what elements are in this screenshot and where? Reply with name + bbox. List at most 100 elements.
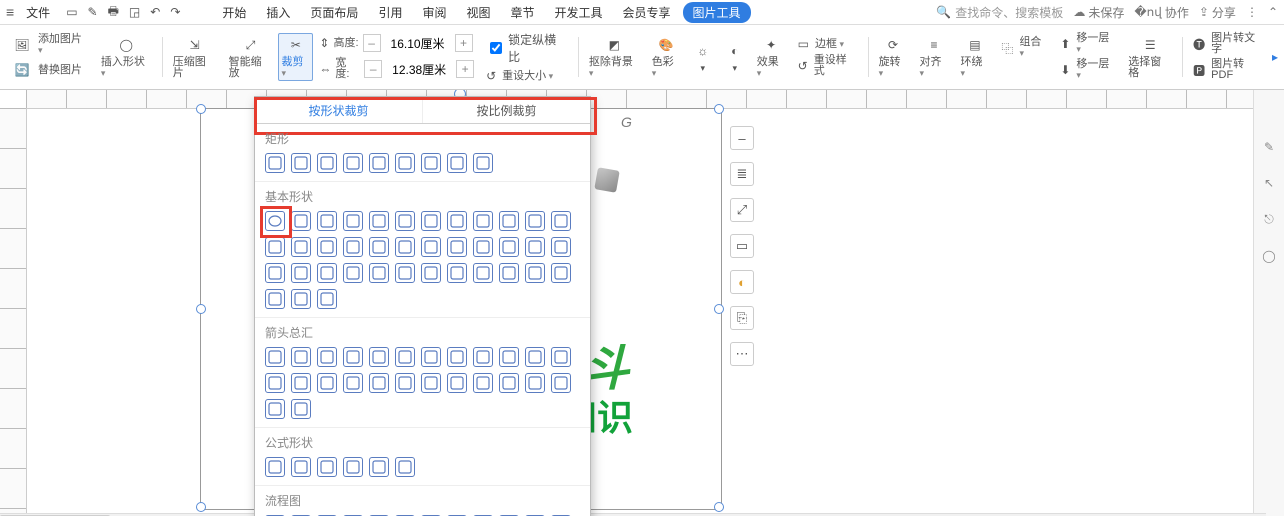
- brightness-button[interactable]: ☼▾: [687, 41, 719, 74]
- basic-shape-23[interactable]: [551, 237, 571, 257]
- basic-shape-18[interactable]: [421, 237, 441, 257]
- arrow-shape-9[interactable]: [499, 347, 519, 367]
- formula-shape-2[interactable]: [317, 457, 337, 477]
- arrow-shape-14[interactable]: [317, 373, 337, 393]
- basic-shape-35[interactable]: [551, 263, 571, 283]
- basic-shape-1[interactable]: [291, 211, 311, 231]
- float-idea-button[interactable]: ◐: [730, 270, 754, 294]
- rect-shape-3[interactable]: [343, 153, 363, 173]
- basic-shape-21[interactable]: [499, 237, 519, 257]
- basic-shape-3[interactable]: [343, 211, 363, 231]
- float-more-button[interactable]: ⋯: [730, 342, 754, 366]
- lock-ratio-checkbox[interactable]: 锁定纵横比: [486, 31, 568, 65]
- basic-shape-34[interactable]: [525, 263, 545, 283]
- basic-shape-19[interactable]: [447, 237, 467, 257]
- basic-shape-22[interactable]: [525, 237, 545, 257]
- float-layout-button[interactable]: ≣: [730, 162, 754, 186]
- arrow-shape-19[interactable]: [447, 373, 467, 393]
- rect-shape-7[interactable]: [447, 153, 467, 173]
- side-format-icon[interactable]: ✎: [1264, 140, 1274, 154]
- arrow-shape-11[interactable]: [551, 347, 571, 367]
- float-zoom-button[interactable]: ⤢: [730, 198, 754, 222]
- compress-button[interactable]: ⇲压缩图片: [167, 35, 223, 79]
- width-minus[interactable]: –: [364, 60, 382, 78]
- basic-shape-37[interactable]: [291, 289, 311, 309]
- arrow-shape-23[interactable]: [551, 373, 571, 393]
- formula-shape-4[interactable]: [369, 457, 389, 477]
- basic-shape-0[interactable]: [265, 211, 285, 231]
- wrap-button[interactable]: ▤环绕: [954, 35, 995, 79]
- basic-shape-31[interactable]: [447, 263, 467, 283]
- contrast-button[interactable]: ◐▾: [719, 41, 751, 74]
- arrow-shape-21[interactable]: [499, 373, 519, 393]
- basic-shape-17[interactable]: [395, 237, 415, 257]
- qat-preview-icon[interactable]: ◲: [129, 5, 140, 19]
- basic-shape-5[interactable]: [395, 211, 415, 231]
- arrow-shape-12[interactable]: [265, 373, 285, 393]
- basic-shape-2[interactable]: [317, 211, 337, 231]
- arrow-shape-4[interactable]: [369, 347, 389, 367]
- color-button[interactable]: 🎨色彩: [646, 35, 687, 79]
- arrow-shape-16[interactable]: [369, 373, 389, 393]
- reset-style-button[interactable]: ↺重设样式: [798, 55, 858, 77]
- basic-shape-26[interactable]: [317, 263, 337, 283]
- menu-file[interactable]: 文件: [18, 2, 58, 23]
- rect-shape-5[interactable]: [395, 153, 415, 173]
- qat-open-icon[interactable]: ✎: [88, 5, 98, 19]
- basic-shape-7[interactable]: [447, 211, 467, 231]
- formula-shape-0[interactable]: [265, 457, 285, 477]
- tab-view[interactable]: 视图: [458, 2, 498, 23]
- arrow-shape-2[interactable]: [317, 347, 337, 367]
- insert-shape-button[interactable]: ◯插入形状: [95, 35, 158, 79]
- border-button[interactable]: ▭边框: [798, 37, 844, 51]
- height-minus[interactable]: –: [363, 34, 381, 52]
- basic-shape-27[interactable]: [343, 263, 363, 283]
- group-button[interactable]: ⿻组合: [1001, 37, 1048, 59]
- arrow-shape-25[interactable]: [291, 399, 311, 419]
- kebab-icon[interactable]: ⋮: [1246, 5, 1258, 19]
- basic-shape-36[interactable]: [265, 289, 285, 309]
- tab-chapter[interactable]: 章节: [502, 2, 542, 23]
- arrow-shape-3[interactable]: [343, 347, 363, 367]
- tab-insert[interactable]: 插入: [258, 2, 298, 23]
- tab-review[interactable]: 审阅: [414, 2, 454, 23]
- arrow-shape-10[interactable]: [525, 347, 545, 367]
- coop-button[interactable]: �ով协作: [1134, 4, 1189, 21]
- add-pic-button[interactable]: 🖼添加图片: [12, 34, 89, 56]
- tab-pic-tools[interactable]: 图片工具: [683, 2, 751, 23]
- basic-shape-30[interactable]: [421, 263, 441, 283]
- basic-shape-14[interactable]: [317, 237, 337, 257]
- tab-start[interactable]: 开始: [214, 2, 254, 23]
- effect-button[interactable]: ✦效果: [751, 35, 792, 79]
- height-input[interactable]: [385, 35, 451, 51]
- command-search[interactable]: 🔍 查找命令、搜索模板: [936, 4, 1063, 21]
- arrow-shape-6[interactable]: [421, 347, 441, 367]
- tab-dev[interactable]: 开发工具: [547, 2, 611, 23]
- basic-shape-4[interactable]: [369, 211, 389, 231]
- arrow-shape-5[interactable]: [395, 347, 415, 367]
- basic-shape-13[interactable]: [291, 237, 311, 257]
- basic-shape-12[interactable]: [265, 237, 285, 257]
- pic2pdf-button[interactable]: 🅿图片转PDF: [1193, 59, 1266, 81]
- arrow-shape-15[interactable]: [343, 373, 363, 393]
- lock-ratio-input[interactable]: [490, 42, 502, 54]
- rect-shape-4[interactable]: [369, 153, 389, 173]
- height-plus[interactable]: +: [455, 34, 473, 52]
- share-button[interactable]: ⇪分享: [1199, 4, 1236, 21]
- basic-shape-16[interactable]: [369, 237, 389, 257]
- tab-layout[interactable]: 页面布局: [302, 2, 366, 23]
- rect-shape-0[interactable]: [265, 153, 285, 173]
- qat-redo-icon[interactable]: ↷: [170, 5, 180, 19]
- arrow-shape-13[interactable]: [291, 373, 311, 393]
- basic-shape-25[interactable]: [291, 263, 311, 283]
- rect-shape-1[interactable]: [291, 153, 311, 173]
- selection-pane-button[interactable]: ☰选择窗格: [1122, 35, 1178, 79]
- basic-shape-11[interactable]: [551, 211, 571, 231]
- basic-shape-29[interactable]: [395, 263, 415, 283]
- basic-shape-20[interactable]: [473, 237, 493, 257]
- smart-scale-button[interactable]: ⤢智能缩放: [223, 35, 279, 79]
- unsaved-button[interactable]: ☁未保存: [1073, 4, 1124, 21]
- qat-print-icon[interactable]: 🖶: [108, 2, 119, 23]
- float-crop-button[interactable]: ▭: [730, 234, 754, 258]
- basic-shape-38[interactable]: [317, 289, 337, 309]
